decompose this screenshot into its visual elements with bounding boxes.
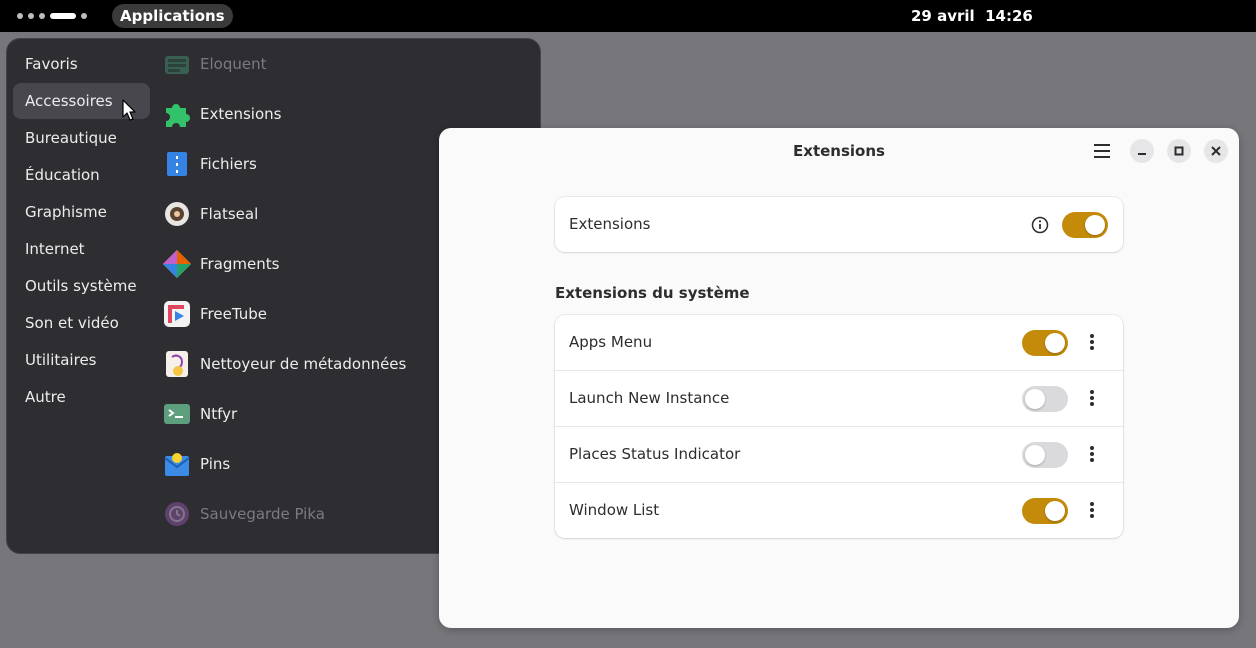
minimize-icon <box>1138 153 1146 155</box>
apps-menu-switch[interactable] <box>1022 330 1068 356</box>
places-status-indicator-switch[interactable] <box>1022 442 1068 468</box>
pika-backup-icon <box>162 499 192 529</box>
flatseal-icon <box>162 199 192 229</box>
pins-icon <box>162 449 192 479</box>
category-graphisme[interactable]: Graphisme <box>13 194 150 230</box>
clock[interactable]: 29 avril 14:26 <box>911 0 1033 32</box>
launch-new-instance-switch[interactable] <box>1022 386 1068 412</box>
app-label: Fragments <box>200 255 280 273</box>
category-bureautique[interactable]: Bureautique <box>13 120 150 156</box>
system-extensions-list: Apps Menu Launch New Instance Places Sta… <box>555 315 1123 538</box>
app-label: Nettoyeur de métadonnées <box>200 355 407 373</box>
app-extensions[interactable]: Extensions <box>162 94 281 134</box>
main-menu-icon[interactable] <box>1094 144 1110 162</box>
kebab-menu-icon[interactable] <box>1090 446 1094 464</box>
category-internet[interactable]: Internet <box>13 231 150 267</box>
workspace-dot[interactable] <box>81 13 87 19</box>
maximize-icon <box>1174 146 1184 156</box>
switch-knob <box>1045 333 1065 353</box>
files-icon <box>162 149 192 179</box>
window-title: Extensions <box>793 142 885 160</box>
eloquent-icon <box>162 49 192 79</box>
category-autre[interactable]: Autre <box>13 379 150 415</box>
top-bar: Applications 29 avril 14:26 <box>0 0 1256 32</box>
category-education[interactable]: Éducation <box>13 157 150 193</box>
extensions-master-label: Extensions <box>569 215 651 233</box>
app-label: Eloquent <box>200 55 267 73</box>
extension-row-places-status-indicator: Places Status Indicator <box>555 427 1123 483</box>
app-label: Extensions <box>200 105 282 123</box>
app-eloquent[interactable]: Eloquent <box>162 44 266 84</box>
extensions-window: Extensions Extensions Extensions du syst… <box>439 128 1239 628</box>
app-label: Fichiers <box>200 155 257 173</box>
workspace-dot[interactable] <box>39 13 45 19</box>
extension-row-apps-menu: Apps Menu <box>555 315 1123 371</box>
category-son-et-video[interactable]: Son et vidéo <box>13 305 150 341</box>
freetube-icon <box>162 299 192 329</box>
extensions-master-switch[interactable] <box>1062 212 1108 238</box>
app-label: Sauvegarde Pika <box>200 505 325 523</box>
extension-label: Apps Menu <box>569 333 653 351</box>
app-ntfyr[interactable]: Ntfyr <box>162 394 237 434</box>
category-favoris[interactable]: Favoris <box>13 46 150 82</box>
app-label: Pins <box>200 455 231 473</box>
workspace-dot[interactable] <box>17 13 23 19</box>
category-utilitaires[interactable]: Utilitaires <box>13 342 150 378</box>
switch-knob <box>1025 445 1045 465</box>
switch-knob <box>1085 215 1105 235</box>
extensions-master-card: Extensions <box>555 197 1123 252</box>
info-icon[interactable] <box>1031 216 1049 234</box>
extension-row-launch-new-instance: Launch New Instance <box>555 371 1123 427</box>
category-outils-systeme[interactable]: Outils système <box>13 268 150 304</box>
extension-label: Window List <box>569 501 660 519</box>
mouse-cursor <box>122 99 136 121</box>
app-fichiers[interactable]: Fichiers <box>162 144 257 184</box>
metadata-cleaner-icon <box>162 349 192 379</box>
window-list-switch[interactable] <box>1022 498 1068 524</box>
extension-label: Places Status Indicator <box>569 445 741 463</box>
app-pins[interactable]: Pins <box>162 444 230 484</box>
app-sauvegarde-pika[interactable]: Sauvegarde Pika <box>162 494 325 534</box>
workspace-dot[interactable] <box>28 13 34 19</box>
terminal-icon <box>162 399 192 429</box>
puzzle-icon <box>162 99 192 129</box>
app-nettoyeur-metadonnees[interactable]: Nettoyeur de métadonnées <box>162 344 406 384</box>
app-fragments[interactable]: Fragments <box>162 244 279 284</box>
extension-label: Launch New Instance <box>569 389 730 407</box>
maximize-button[interactable] <box>1167 139 1191 163</box>
app-label: Flatseal <box>200 205 259 223</box>
fragments-icon <box>162 249 192 279</box>
workspace-dot-active[interactable] <box>50 13 76 19</box>
extensions-master-row: Extensions <box>555 197 1123 252</box>
minimize-button[interactable] <box>1130 139 1154 163</box>
close-button[interactable] <box>1204 139 1228 163</box>
app-label: Ntfyr <box>200 405 238 423</box>
kebab-menu-icon[interactable] <box>1090 390 1094 408</box>
applications-button[interactable]: Applications <box>112 4 233 28</box>
switch-knob <box>1045 501 1065 521</box>
system-extensions-heading: Extensions du système <box>555 284 750 302</box>
kebab-menu-icon[interactable] <box>1090 502 1094 520</box>
close-icon <box>1211 146 1221 156</box>
kebab-menu-icon[interactable] <box>1090 334 1094 352</box>
app-label: FreeTube <box>200 305 267 323</box>
switch-knob <box>1025 389 1045 409</box>
workspace-indicator[interactable] <box>17 13 87 19</box>
extension-row-window-list: Window List <box>555 483 1123 538</box>
app-flatseal[interactable]: Flatseal <box>162 194 258 234</box>
app-freetube[interactable]: FreeTube <box>162 294 267 334</box>
